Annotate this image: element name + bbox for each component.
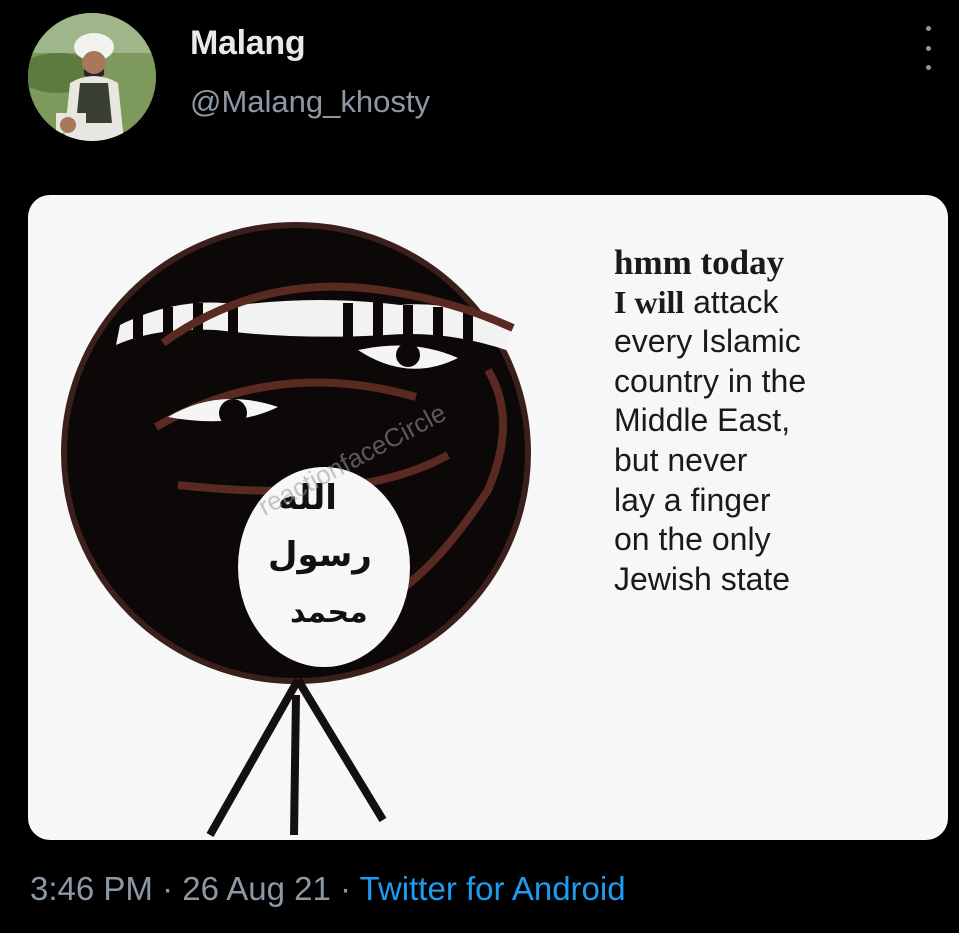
meme-line: on the only [614, 521, 771, 558]
meme-line: lay a finger [614, 481, 771, 518]
flag-text-bottom: محمد [290, 595, 368, 630]
user-handle[interactable]: @Malang_khosty [190, 84, 430, 120]
meme-heading: hmm today [614, 243, 785, 282]
flag-text-mid: رسول [268, 535, 372, 575]
avatar[interactable] [28, 13, 156, 141]
separator: · [152, 870, 183, 907]
tweet-date[interactable]: 26 Aug 21 [182, 870, 331, 907]
meme-line: Middle East, [614, 402, 791, 439]
tweet-image[interactable]: الله رسول محمد reactionfaceCircle hmm to… [28, 195, 948, 840]
meme-line: country in the [614, 362, 807, 399]
meme-line: Jewish state [614, 560, 791, 597]
meme-line: but never [614, 441, 748, 478]
display-name[interactable]: Malang [190, 24, 306, 63]
meme-caption: hmm today I will attack every Islamic co… [614, 243, 806, 599]
meme-line-1: I will attack [614, 283, 779, 320]
meme-drawing [61, 222, 531, 837]
tweet-client-link[interactable]: Twitter for Android [360, 870, 626, 907]
tweet-time[interactable]: 3:46 PM [30, 870, 153, 907]
separator: · [330, 870, 360, 907]
tweet-meta: 3:46 PM · 26 Aug 21 · Twitter for Androi… [30, 870, 626, 908]
profile-photo [28, 13, 156, 141]
meme-line: every Islamic [614, 323, 801, 360]
more-vertical-icon[interactable] [912, 26, 944, 70]
